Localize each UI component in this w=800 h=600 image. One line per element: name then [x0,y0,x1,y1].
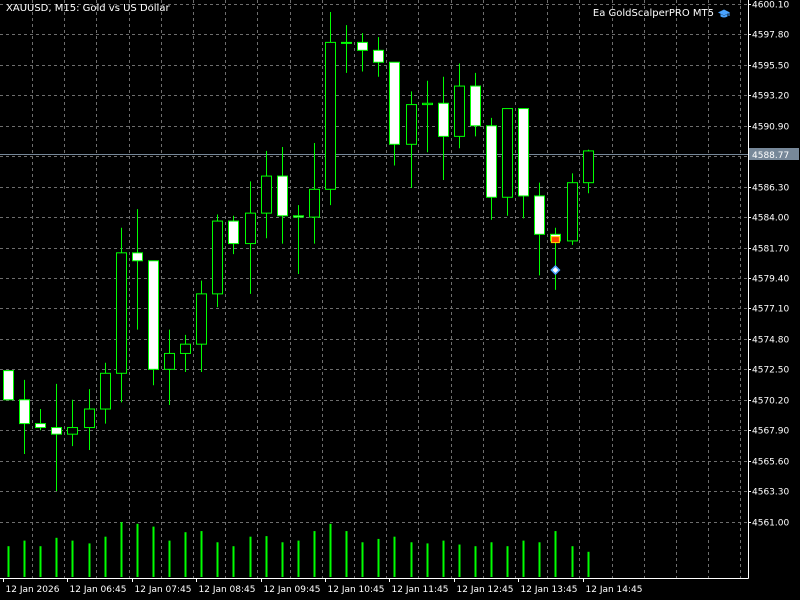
y-tick-label: 4567.90 [752,427,789,437]
candle-body [357,41,368,51]
candle-body [277,175,288,217]
x-tick-label: 12 Jan 2026 [6,585,60,595]
expert-advisor-label[interactable]: Ea GoldScalperPRO MT5 [593,8,730,19]
candle-body [84,408,95,429]
candle-body [534,195,545,235]
expert-advisor-name: Ea GoldScalperPRO MT5 [592,8,714,19]
x-tick-label: 12 Jan 12:45 [457,585,514,595]
candle-body [212,220,223,295]
graduation-cap-icon [718,9,730,19]
candle-body [245,212,256,245]
y-tick-label: 4565.60 [752,458,789,468]
current-price-label: 4588.77 [752,151,789,161]
y-tick-label: 4597.80 [752,31,789,41]
y-tick-label: 4600.10 [752,1,789,11]
y-tick-label: 4586.30 [752,184,789,194]
x-tick-label: 12 Jan 06:45 [70,585,127,595]
y-tick-label: 4593.20 [752,92,789,102]
y-tick-label: 4584.00 [752,214,789,224]
candle-body [341,41,352,44]
price-chart[interactable]: 4600.10 4597.80 4595.50 4593.20 4590.90 4588.… [0,0,800,600]
candle-body [518,108,529,197]
candle-body [454,85,465,137]
candle-body [132,252,143,262]
candle-body [470,85,481,127]
y-tick-label: 4590.90 [752,123,789,133]
candle-body [116,252,127,374]
y-tick-label: 4577.10 [752,305,789,315]
candle-body [164,352,175,370]
y-tick-label: 4581.70 [752,245,789,255]
candle-body [309,188,320,218]
candle-body [486,125,497,198]
candle-body [261,175,272,214]
candle-body [51,427,62,435]
candle-body [196,293,207,345]
candle-body [148,260,159,370]
sell-marker [550,236,560,244]
buy-marker [550,264,561,276]
candle-body [502,108,513,198]
y-tick-label: 4572.50 [752,366,789,376]
candle-body [228,220,239,245]
x-tick-label: 12 Jan 10:45 [328,585,385,595]
x-tick-label: 12 Jan 14:45 [586,585,643,595]
chart-title: XAUUSD, M15: Gold vs US Dollar [6,3,170,14]
candle-body [293,215,304,218]
y-tick-label: 4561.00 [752,519,789,529]
x-tick-label: 12 Jan 11:45 [392,585,449,595]
candle-body [180,343,191,354]
candle-body [389,61,400,145]
y-tick-label: 4595.50 [752,62,789,72]
candle-body [567,182,578,242]
x-tick-label: 12 Jan 09:45 [264,585,321,595]
candle-body [406,104,417,145]
candle-body [35,423,46,429]
y-tick-label: 4563.30 [752,488,789,498]
y-tick-label: 4579.40 [752,275,789,285]
candle-body [373,49,384,63]
candle-body [325,41,336,190]
candle-body [67,427,78,435]
x-tick-label: 12 Jan 07:45 [135,585,192,595]
y-tick-label: 4570.20 [752,397,789,407]
x-tick-label: 12 Jan 13:45 [521,585,578,595]
y-tick-label: 4574.80 [752,336,789,346]
x-tick-label: 12 Jan 08:45 [199,585,256,595]
candle-body [422,102,433,106]
candle-body [100,372,111,410]
candle-body [19,399,30,425]
candle-body [438,102,449,137]
candle-body [583,150,594,184]
candle-body [3,370,14,401]
